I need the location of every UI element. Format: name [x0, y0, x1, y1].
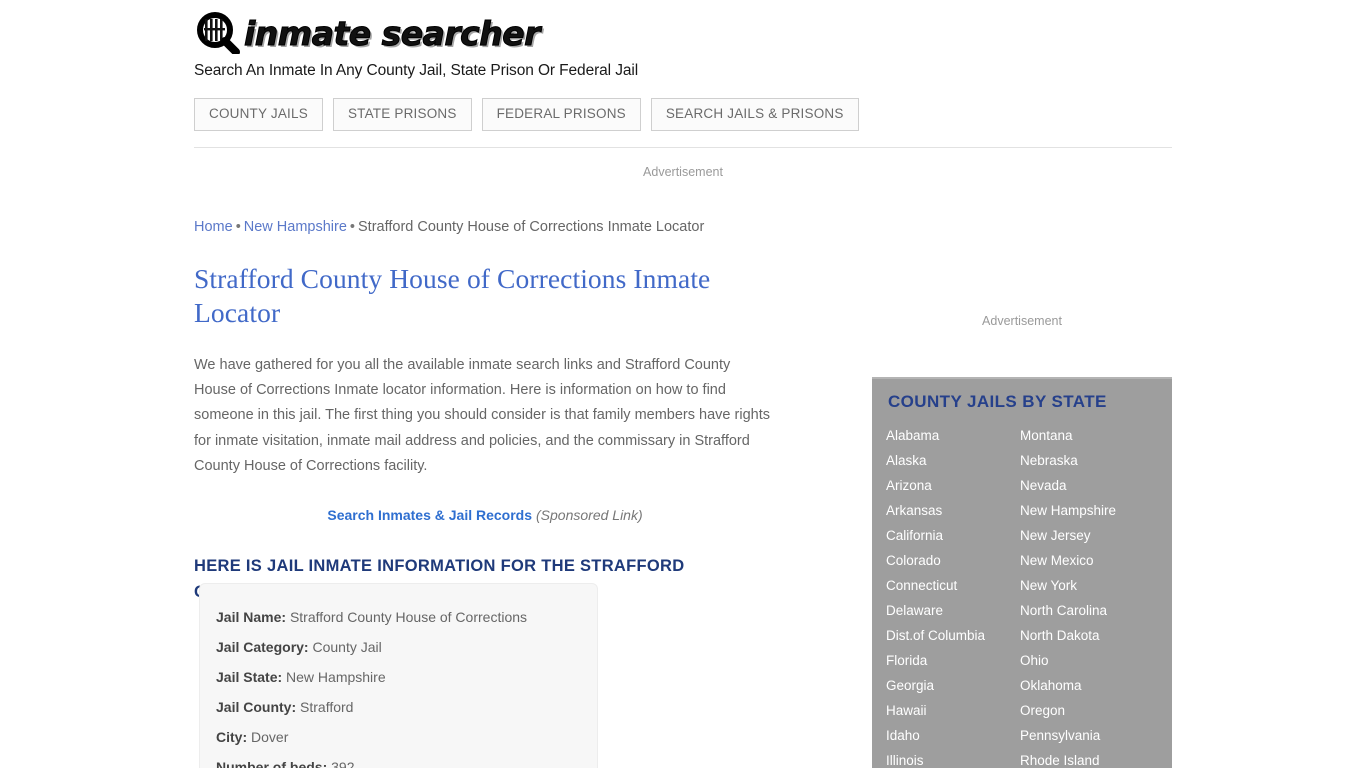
info-label-beds: Number of beds: [216, 759, 328, 768]
sidebar-state-link[interactable]: Alabama [886, 423, 1020, 448]
sidebar-state-link[interactable]: Rhode Island [1020, 748, 1154, 768]
sidebar-state-link[interactable]: Montana [1020, 423, 1154, 448]
sidebar-state-link[interactable]: Oklahoma [1020, 673, 1154, 698]
state-column-left: Alabama Alaska Arizona Arkansas California Co… [886, 423, 1020, 768]
info-label-jail-category: Jail Category: [216, 639, 309, 655]
sidebar-state-link[interactable]: Oregon [1020, 698, 1154, 723]
sidebar-state-link[interactable]: New Jersey [1020, 523, 1154, 548]
sponsored-note: (Sponsored Link) [536, 507, 643, 524]
info-value-jail-state: New Hampshire [286, 669, 386, 685]
info-value-jail-category: County Jail [312, 639, 382, 655]
sidebar-state-link[interactable]: California [886, 523, 1020, 548]
info-value-jail-name: Strafford County House of Corrections [289, 609, 528, 625]
sidebar-state-link[interactable]: North Carolina [1020, 598, 1154, 623]
page-title: Strafford County House of Corrections In… [194, 263, 711, 329]
top-advertisement-label: Advertisement [643, 165, 723, 179]
header-divider [194, 147, 1172, 148]
logo-wordmark: inmate searcher [244, 13, 541, 53]
sidebar-state-link[interactable]: North Dakota [1020, 623, 1154, 648]
state-links-grid: Alabama Alaska Arizona Arkansas California Co… [886, 423, 1172, 768]
main-content: Strafford County House of Corrections In… [194, 262, 794, 605]
info-label-jail-name: Jail Name: [216, 609, 287, 625]
sponsored-link-row: Search Inmates & Jail Records (Sponsored … [194, 507, 776, 523]
info-row-jail-name: Jail Name: Strafford County House of Cor… [216, 602, 597, 632]
breadcrumb: Home • New Hampshire • Strafford County Hous… [194, 219, 704, 235]
info-row-jail-category: Jail Category: County Jail [216, 632, 597, 662]
nav-federal-prisons[interactable]: FEDERAL PRISONS [481, 98, 641, 131]
sponsored-search-link[interactable]: Search Inmates & Jail Records [327, 507, 532, 523]
info-row-jail-state: Jail State: New Hampshire [216, 662, 597, 692]
sidebar-state-link[interactable]: Georgia [886, 673, 1020, 698]
sidebar-state-link[interactable]: New Mexico [1020, 548, 1154, 573]
main-navigation: COUNTY JAILS STATE PRISONS FEDERAL PRISO… [194, 98, 859, 131]
sidebar-state-link[interactable]: Arizona [886, 473, 1020, 498]
sidebar-state-link[interactable]: Illinois [886, 748, 1020, 768]
breadcrumb-state[interactable]: New Hampshire [244, 219, 347, 235]
sidebar-state-link[interactable]: Alaska [886, 448, 1020, 473]
sidebar-state-link[interactable]: Hawaii [886, 698, 1020, 723]
breadcrumb-home[interactable]: Home [194, 219, 233, 235]
sidebar-state-link[interactable]: Nebraska [1020, 448, 1154, 473]
breadcrumb-separator-2: • [349, 219, 355, 235]
info-label-city: City: [216, 729, 248, 745]
site-logo[interactable]: inmate searcher [194, 10, 1172, 56]
breadcrumb-current: Strafford County House of Corrections In… [358, 219, 705, 235]
nav-county-jails[interactable]: COUNTY JAILS [194, 98, 323, 131]
nav-state-prisons[interactable]: STATE PRISONS [332, 98, 472, 131]
sidebar-state-link[interactable]: Ohio [1020, 648, 1154, 673]
nav-search-jails-prisons[interactable]: SEARCH JAILS & PRISONS [650, 98, 859, 131]
info-value-jail-county: Strafford [300, 699, 354, 715]
sidebar-county-jails-by-state: COUNTY JAILS BY STATE Alabama Alaska Arizo… [872, 377, 1172, 768]
sidebar-state-link[interactable]: New Hampshire [1020, 498, 1154, 523]
breadcrumb-separator-1: • [235, 219, 241, 235]
sidebar-advertisement-label: Advertisement [982, 314, 1062, 328]
page-root: inmate searcher Search An Inmate In Any … [0, 0, 1366, 768]
info-label-jail-state: Jail State: [216, 669, 283, 685]
jail-info-card: Jail Name: Strafford County House of Cor… [199, 583, 598, 768]
sidebar-state-link[interactable]: Florida [886, 648, 1020, 673]
sidebar-state-link[interactable]: Arkansas [886, 498, 1020, 523]
site-header: inmate searcher Search An Inmate In Any … [194, 10, 1172, 80]
sidebar-state-link[interactable]: Colorado [886, 548, 1020, 573]
state-column-right: Montana Nebraska Nevada New Hampshire New Je… [1020, 423, 1154, 768]
sidebar-state-link[interactable]: Dist.of Columbia [886, 623, 1020, 648]
site-tagline: Search An Inmate In Any County Jail, Sta… [194, 62, 639, 79]
intro-paragraph: We have gathered for you all the availab… [194, 356, 770, 474]
info-row-jail-county: Jail County: Strafford [216, 692, 597, 722]
sidebar-state-link[interactable]: Connecticut [886, 573, 1020, 598]
sidebar-state-link[interactable]: New York [1020, 573, 1154, 598]
info-row-city: City: Dover [216, 722, 597, 752]
sidebar-heading: COUNTY JAILS BY STATE [888, 392, 1107, 411]
info-row-beds: Number of beds: 392 [216, 752, 597, 768]
sidebar-state-link[interactable]: Nevada [1020, 473, 1154, 498]
sidebar-state-link[interactable]: Delaware [886, 598, 1020, 623]
info-label-jail-county: Jail County: [216, 699, 297, 715]
info-value-beds: 392 [331, 759, 355, 768]
info-value-city: Dover [251, 729, 289, 745]
sidebar-state-link[interactable]: Idaho [886, 723, 1020, 748]
sidebar-state-link[interactable]: Pennsylvania [1020, 723, 1154, 748]
magnifier-prison-bars-icon [194, 12, 242, 56]
